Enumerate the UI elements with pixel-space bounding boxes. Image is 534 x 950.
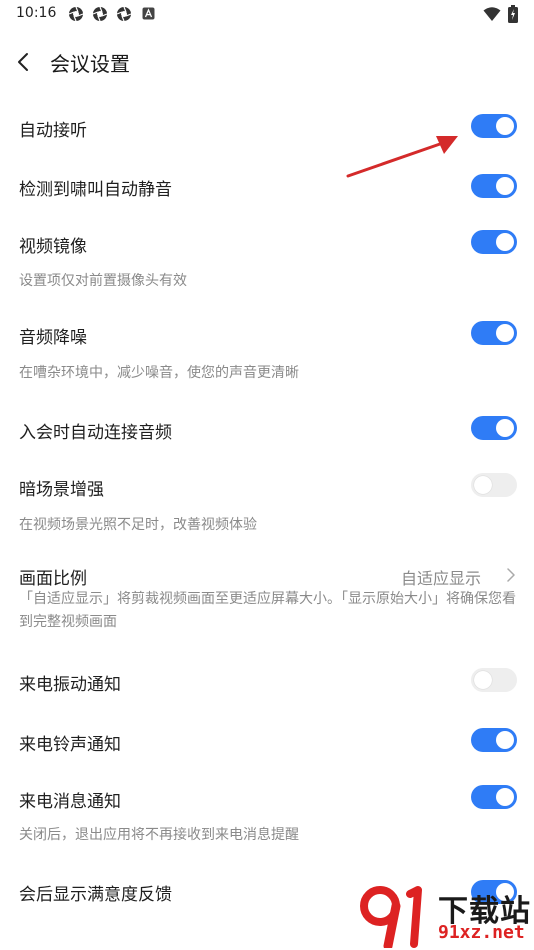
toggle-knob xyxy=(496,177,514,195)
camera-aperture-icon xyxy=(92,6,108,22)
setting-label-video-mirror: 视频镜像 xyxy=(19,237,87,257)
status-bar: 10:16 xyxy=(0,0,534,28)
setting-label-low-light: 暗场景增强 xyxy=(19,480,104,500)
setting-label-call-vibrate: 来电振动通知 xyxy=(19,675,121,695)
toggle-howl-mute[interactable] xyxy=(471,174,517,198)
toggle-knob xyxy=(474,671,492,689)
toggle-knob xyxy=(496,788,514,806)
setting-desc-video-mirror: 设置项仅对前置摄像头有效 xyxy=(19,273,187,289)
chevron-left-icon[interactable] xyxy=(14,50,34,74)
camera-aperture-icon xyxy=(116,6,132,22)
battery-charging-icon xyxy=(508,5,518,23)
toggle-video-mirror[interactable] xyxy=(471,230,517,254)
wifi-icon xyxy=(483,7,501,21)
setting-desc-aspect-ratio: 「自适应显示」将剪裁视频画面至更适应屏幕大小。「显示原始大小」将确保您看到完整视… xyxy=(19,591,516,630)
toggle-auto-answer[interactable] xyxy=(471,114,517,138)
aspect-ratio-value[interactable]: 自适应显示 xyxy=(401,565,481,589)
camera-aperture-icon xyxy=(68,6,84,22)
setting-desc-noise-reduction: 在嘈杂环境中，减少噪音，使您的声音更清晰 xyxy=(19,365,299,381)
setting-label-auto-answer: 自动接听 xyxy=(19,121,87,141)
toggle-noise-reduction[interactable] xyxy=(471,321,517,345)
toggle-call-ringtone[interactable] xyxy=(471,728,517,752)
toggle-call-message[interactable] xyxy=(471,785,517,809)
a-square-icon xyxy=(142,7,155,20)
watermark-91-icon xyxy=(360,886,422,948)
toggle-knob xyxy=(496,419,514,437)
annotation-arrow-icon xyxy=(346,136,458,178)
chevron-right-icon[interactable] xyxy=(506,567,516,583)
setting-label-call-message: 来电消息通知 xyxy=(19,792,121,812)
header: 会议设置 xyxy=(0,38,534,86)
toggle-knob xyxy=(496,731,514,749)
toggle-auto-connect-audio[interactable] xyxy=(471,416,517,440)
setting-desc-call-message: 关闭后，退出应用将不再接收到来电消息提醒 xyxy=(19,827,299,843)
toggle-knob xyxy=(496,324,514,342)
toggle-knob xyxy=(496,233,514,251)
setting-label-noise-reduction: 音频降噪 xyxy=(19,328,87,348)
watermark-logo: 下载站 91xz.net xyxy=(358,882,534,950)
toggle-knob xyxy=(474,476,492,494)
setting-label-howl-mute: 检测到啸叫自动静音 xyxy=(19,180,172,200)
toggle-call-vibrate[interactable] xyxy=(471,668,517,692)
setting-label-aspect-ratio[interactable]: 画面比例 xyxy=(19,564,87,589)
setting-label-auto-connect-audio: 入会时自动连接音频 xyxy=(19,423,172,443)
toggle-knob xyxy=(496,117,514,135)
page-title: 会议设置 xyxy=(50,52,130,76)
toggle-low-light[interactable] xyxy=(471,473,517,497)
status-time: 10:16 xyxy=(16,5,57,21)
setting-label-satisfaction-feedback: 会后显示满意度反馈 xyxy=(19,885,172,905)
setting-label-call-ringtone: 来电铃声通知 xyxy=(19,735,121,755)
setting-desc-low-light: 在视频场景光照不足时，改善视频体验 xyxy=(19,517,257,533)
watermark-url: 91xz.net xyxy=(438,922,525,943)
